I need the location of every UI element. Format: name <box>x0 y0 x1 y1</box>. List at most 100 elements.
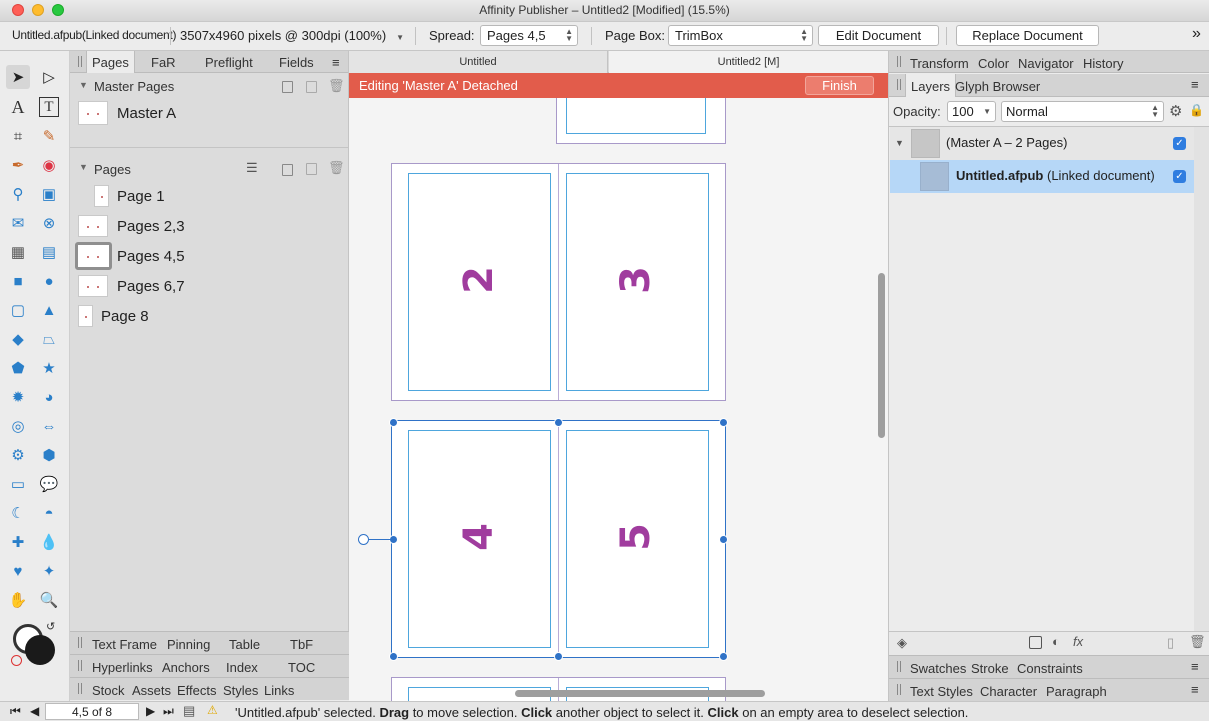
tab-text-styles[interactable]: Text Styles <box>910 684 973 699</box>
page-indicator-field[interactable]: 4,5 of 8 <box>45 703 139 720</box>
tab-character[interactable]: Character <box>980 684 1037 699</box>
spread-select[interactable]: Pages 4,5 ▲ ▼ <box>480 25 578 46</box>
selection-handle[interactable] <box>719 535 728 544</box>
panel-grip-icon[interactable] <box>897 684 901 695</box>
horizontal-scrollbar[interactable] <box>515 690 765 697</box>
tab-preflight[interactable]: Preflight <box>205 55 253 70</box>
selection-handle[interactable] <box>389 652 398 661</box>
add-page-icon[interactable] <box>282 164 293 176</box>
layers-scroll-track[interactable] <box>1194 127 1209 631</box>
tab-hyperlinks[interactable]: Hyperlinks <box>92 660 153 675</box>
diamond-tool-icon[interactable]: ◆ <box>6 327 30 351</box>
spread-2-3[interactable]: 2 3 <box>391 163 726 401</box>
doc-tab-untitled2[interactable]: Untitled2 [M] <box>609 51 888 73</box>
tab-swatches[interactable]: Swatches <box>910 661 966 676</box>
tab-anchors[interactable]: Anchors <box>162 660 210 675</box>
tab-constraints[interactable]: Constraints <box>1017 661 1083 676</box>
selection-handle[interactable] <box>389 418 398 427</box>
trash-icon[interactable]: 🗑 <box>328 160 345 176</box>
node-tool-icon[interactable]: ▷ <box>37 65 61 89</box>
first-page-icon[interactable]: ⏮ <box>10 704 21 719</box>
layers-stack-icon[interactable]: ◈ <box>897 635 907 651</box>
tab-stock[interactable]: Stock <box>92 683 125 698</box>
tab-assets[interactable]: Assets <box>132 683 171 698</box>
callout-tool-icon[interactable]: ▭ <box>6 472 30 496</box>
rectangle-tool-icon[interactable]: ■ <box>6 269 30 293</box>
tab-glyph-browser[interactable]: Glyph Browser <box>955 79 1040 94</box>
master-options-icon[interactable] <box>282 81 293 93</box>
color-picker-icon[interactable]: ✎ <box>37 124 61 148</box>
spread-6-7-partial[interactable] <box>391 677 726 701</box>
blend-mode-select[interactable]: Normal ▲ ▼ <box>1001 101 1164 122</box>
star-tool-icon[interactable]: ★ <box>37 356 61 380</box>
hand-tool-icon[interactable]: ✋ <box>6 588 30 612</box>
disclosure-triangle-icon[interactable]: ▼ <box>79 80 88 90</box>
layer-row-master[interactable]: ▼ (Master A – 2 Pages) ✓ <box>890 127 1194 160</box>
tab-table[interactable]: Table <box>229 637 260 652</box>
previous-page-icon[interactable]: ◀ <box>30 704 39 718</box>
tab-tbf[interactable]: TbF <box>290 637 313 652</box>
artistic-text-tool-icon[interactable]: A <box>6 95 30 119</box>
panel-grip-icon[interactable] <box>78 683 82 694</box>
move-tool-icon[interactable]: ➤ <box>6 65 30 89</box>
burst-tool-icon[interactable]: ✹ <box>6 385 30 409</box>
expand-triangle-icon[interactable]: ▼ <box>895 138 904 148</box>
panel-grip-icon[interactable] <box>897 79 901 90</box>
no-color-icon[interactable] <box>11 655 22 666</box>
replace-document-button[interactable]: Replace Document <box>956 25 1099 46</box>
pagebox-select[interactable]: TrimBox ▲ ▼ <box>668 25 813 46</box>
ellipse-tool-icon[interactable]: ● <box>37 269 61 293</box>
panel-grip-icon[interactable] <box>78 660 82 671</box>
tab-pinning[interactable]: Pinning <box>167 637 210 652</box>
next-page-icon[interactable]: ▶ <box>146 704 155 718</box>
panel-grip-icon[interactable] <box>78 56 82 67</box>
tab-navigator[interactable]: Navigator <box>1018 56 1074 71</box>
rotation-handle[interactable] <box>358 534 369 545</box>
cog-tool-icon[interactable]: ⚙ <box>6 443 30 467</box>
toolbar-overflow-button[interactable]: » <box>1192 25 1201 43</box>
crop-tool-icon[interactable]: ⌗ <box>6 124 30 148</box>
panel-menu-icon[interactable]: ≡ <box>1191 682 1199 697</box>
tab-layers[interactable]: Layers <box>905 74 957 97</box>
page-1-partial[interactable] <box>556 98 726 144</box>
layer-visibility-checkbox[interactable]: ✓ <box>1173 170 1186 183</box>
tear-tool-icon[interactable]: 💧 <box>37 530 61 554</box>
double-arrow-tool-icon[interactable]: ⇔ <box>37 414 61 438</box>
selection-handle[interactable] <box>554 418 563 427</box>
tab-history[interactable]: History <box>1083 56 1123 71</box>
doc-tab-untitled[interactable]: Untitled <box>349 51 608 73</box>
tab-index[interactable]: Index <box>226 660 258 675</box>
gear-icon[interactable]: ⚙ <box>1169 102 1182 120</box>
selection-handle[interactable] <box>719 418 728 427</box>
tab-links[interactable]: Links <box>264 683 294 698</box>
cat-tool-icon[interactable]: ✦ <box>37 559 61 583</box>
tab-effects[interactable]: Effects <box>177 683 217 698</box>
cloud-tool-icon[interactable]: ⬢ <box>37 443 61 467</box>
cross-tool-icon[interactable]: ✚ <box>6 530 30 554</box>
fx-icon[interactable]: fx <box>1073 634 1083 649</box>
disclosure-triangle-icon[interactable]: ▼ <box>79 162 88 172</box>
adjustment-icon[interactable]: ◐ <box>1052 634 1060 649</box>
swap-colors-icon[interactable]: ↺ <box>46 620 55 633</box>
tab-styles[interactable]: Styles <box>223 683 258 698</box>
warning-icon[interactable]: ⚠ <box>207 703 218 717</box>
tab-transform[interactable]: Transform <box>910 56 969 71</box>
layer-row-linked-selected[interactable]: Untitled.afpub (Linked document) ✓ <box>890 160 1194 193</box>
place-image-icon[interactable]: ▤ <box>37 240 61 264</box>
callout-ellipse-icon[interactable]: 💬 <box>37 472 61 496</box>
duplicate-page-icon[interactable] <box>306 163 317 175</box>
heart-tool-icon[interactable]: ♥ <box>6 559 30 583</box>
vertical-scrollbar[interactable] <box>878 273 885 438</box>
add-layer-icon[interactable]: ▯ <box>1167 635 1174 651</box>
trapezoid-tool-icon[interactable]: ⏢ <box>37 327 61 351</box>
ellipse-frame-icon[interactable]: ⊗ <box>37 211 61 235</box>
zoom-tool-icon[interactable]: 🔍 <box>37 588 61 612</box>
finish-button[interactable]: Finish <box>805 76 874 95</box>
panel-menu-icon[interactable]: ≡ <box>1191 659 1199 674</box>
frame-text-tool-icon[interactable]: T <box>39 97 59 117</box>
pen-tool-icon[interactable]: ✒ <box>6 153 30 177</box>
tab-paragraph[interactable]: Paragraph <box>1046 684 1107 699</box>
spread-4-5-selected[interactable]: 4 5 <box>391 420 726 658</box>
fill-tool-icon[interactable]: ⚲ <box>6 182 30 206</box>
edit-document-button[interactable]: Edit Document <box>818 25 939 46</box>
